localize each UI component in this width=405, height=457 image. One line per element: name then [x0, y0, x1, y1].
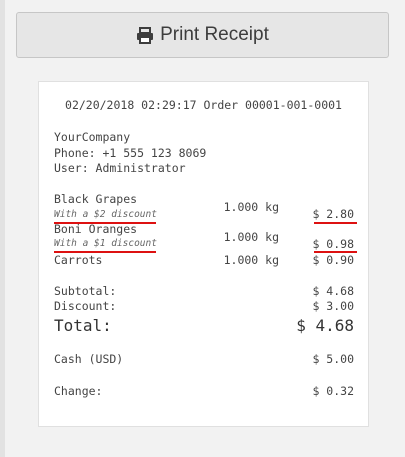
receipt-header: 02/20/2018 02:29:17 Order 00001-001-0001 [65, 98, 342, 112]
discount-label: Discount: [54, 299, 117, 313]
item-price: $ 0.90 [312, 253, 354, 267]
item-price: $ 2.80 [312, 207, 354, 221]
print-receipt-label: Print Receipt [160, 24, 269, 45]
change-label: Change: [54, 384, 103, 398]
print-receipt-button[interactable]: Print Receipt [16, 12, 389, 58]
change-value: $ 0.32 [312, 384, 354, 398]
cash-label: Cash (USD) [54, 352, 124, 366]
item-quantity: 1.000 kg [223, 200, 279, 214]
total-label: Total: [54, 316, 112, 335]
printer-icon [137, 26, 154, 44]
company-phone: Phone: +1 555 123 8069 [54, 146, 207, 160]
item-name: Carrots [54, 253, 103, 267]
item-discount-note: With a $2 discount [54, 209, 157, 220]
cash-value: $ 5.00 [312, 352, 354, 366]
subtotal-value: $ 4.68 [312, 284, 354, 298]
item-discount-note: With a $1 discount [54, 238, 157, 249]
item-price: $ 0.98 [312, 237, 354, 251]
price-underline [314, 222, 357, 224]
item-quantity: 1.000 kg [223, 230, 279, 244]
company-name: YourCompany [54, 130, 131, 144]
item-quantity: 1.000 kg [223, 253, 279, 267]
discount-value: $ 3.00 [312, 299, 354, 313]
item-name: Black Grapes [54, 192, 138, 206]
total-value: $ 4.68 [296, 316, 354, 335]
left-edge-rule [0, 0, 5, 457]
receipt: 02/20/2018 02:29:17 Order 00001-001-0001… [38, 81, 369, 427]
cashier-user: User: Administrator [54, 161, 186, 175]
item-name: Boni Oranges [54, 222, 138, 236]
subtotal-label: Subtotal: [54, 284, 117, 298]
